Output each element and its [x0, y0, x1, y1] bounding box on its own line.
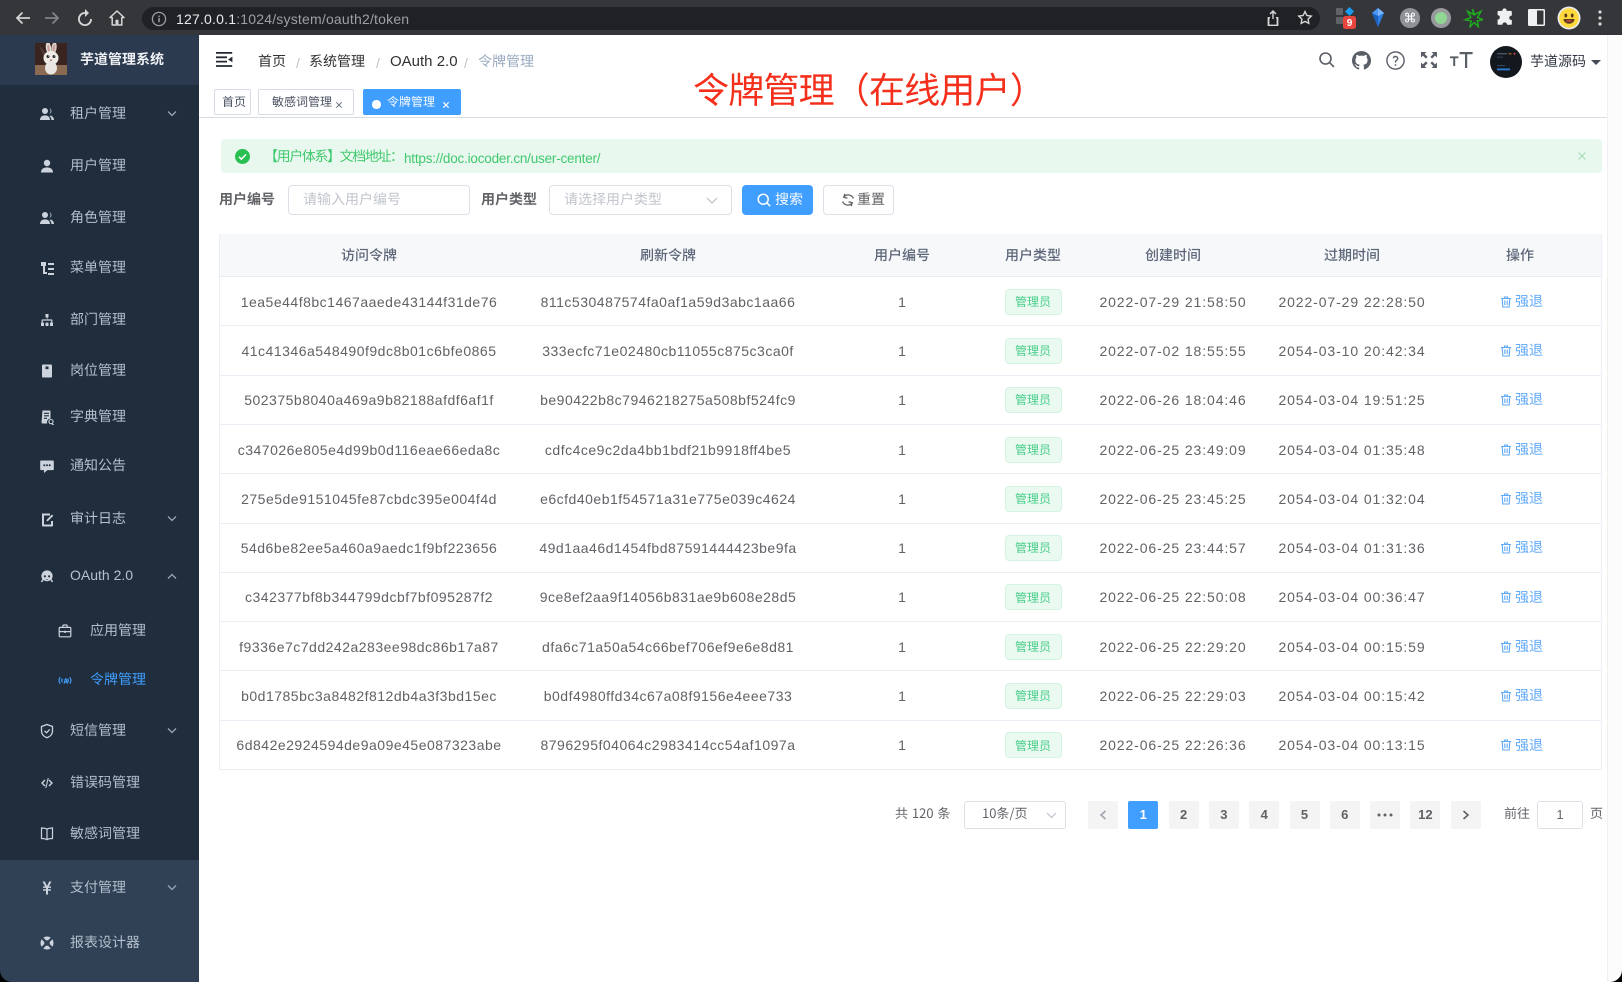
- svg-text:9: 9: [1347, 18, 1353, 29]
- svg-text:⌘: ⌘: [1404, 11, 1417, 26]
